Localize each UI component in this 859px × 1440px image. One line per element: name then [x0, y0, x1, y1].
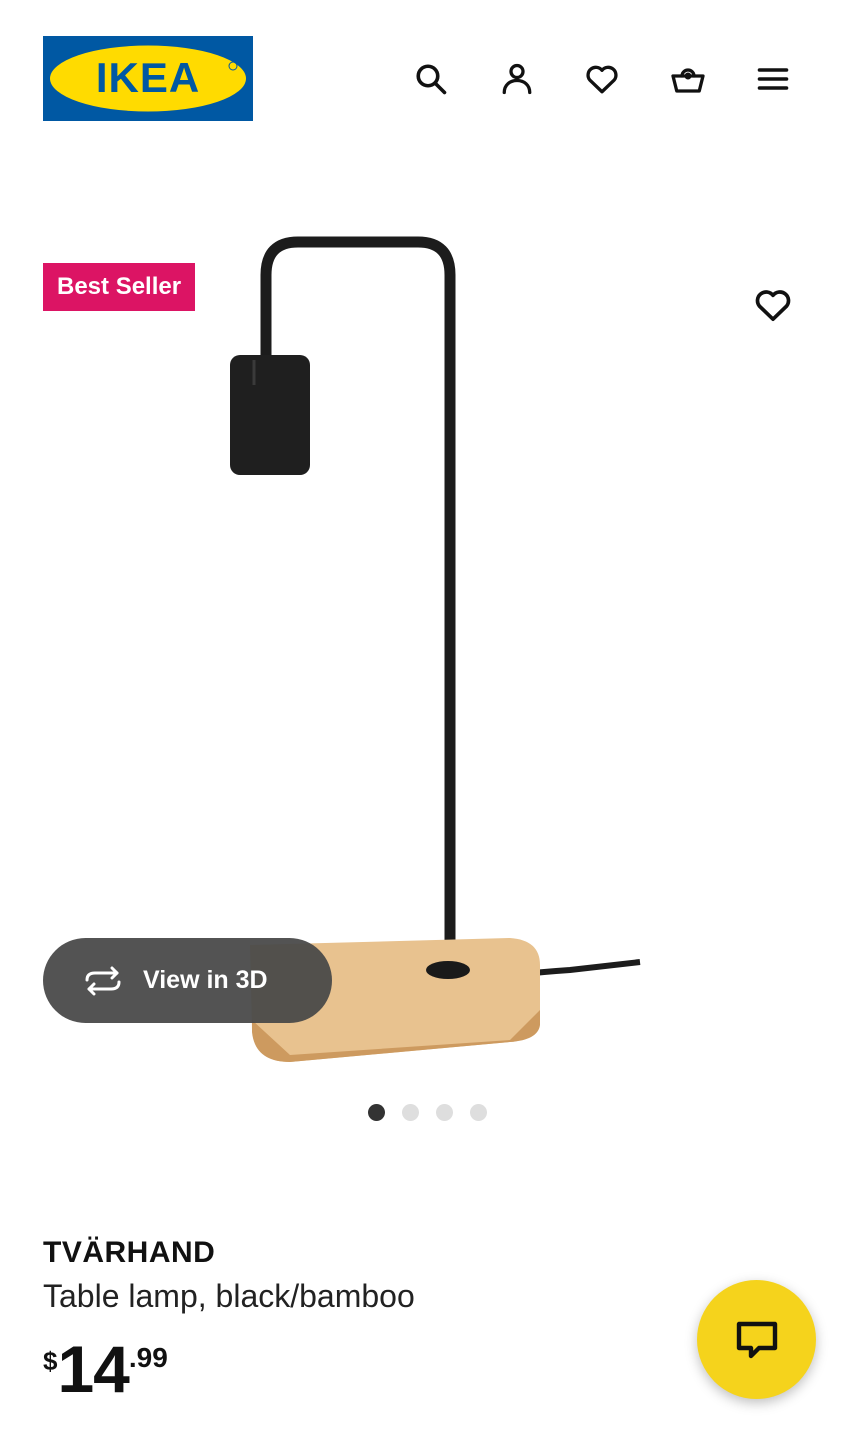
account-button[interactable] — [494, 56, 540, 102]
add-to-favourites-button[interactable] — [750, 282, 796, 328]
top-header: IKEA — [0, 0, 859, 160]
menu-icon — [757, 68, 789, 90]
rotate-3d-icon — [85, 966, 121, 995]
menu-button[interactable] — [750, 56, 796, 102]
heart-icon — [755, 290, 791, 321]
ikea-logo[interactable]: IKEA — [43, 36, 253, 121]
product-price: $ 14 .99 — [43, 1336, 168, 1402]
search-button[interactable] — [408, 56, 454, 102]
pagination-dot[interactable] — [402, 1104, 419, 1121]
pagination-dot[interactable] — [368, 1104, 385, 1121]
view-in-3d-button[interactable]: View in 3D — [43, 938, 332, 1023]
account-icon — [502, 63, 532, 95]
pagination-dot[interactable] — [470, 1104, 487, 1121]
wishlist-button[interactable] — [579, 56, 625, 102]
basket-button[interactable] — [665, 56, 711, 102]
gallery-pagination — [368, 1104, 487, 1121]
price-integer: 14 — [57, 1332, 129, 1406]
view-in-3d-label: View in 3D — [143, 966, 268, 994]
heart-icon — [586, 65, 618, 94]
logo-text: IKEA — [96, 54, 200, 101]
best-seller-badge: Best Seller — [43, 263, 196, 311]
chat-icon — [736, 1321, 777, 1358]
pagination-dot[interactable] — [436, 1104, 453, 1121]
chat-button[interactable] — [697, 1280, 816, 1399]
basket-icon — [671, 68, 705, 93]
product-description: Table lamp, black/bamboo — [43, 1278, 415, 1314]
search-icon — [416, 64, 447, 95]
product-name: TVÄRHAND — [43, 1236, 216, 1269]
price-currency: $ — [43, 1346, 58, 1376]
price-decimal: .99 — [128, 1342, 168, 1373]
